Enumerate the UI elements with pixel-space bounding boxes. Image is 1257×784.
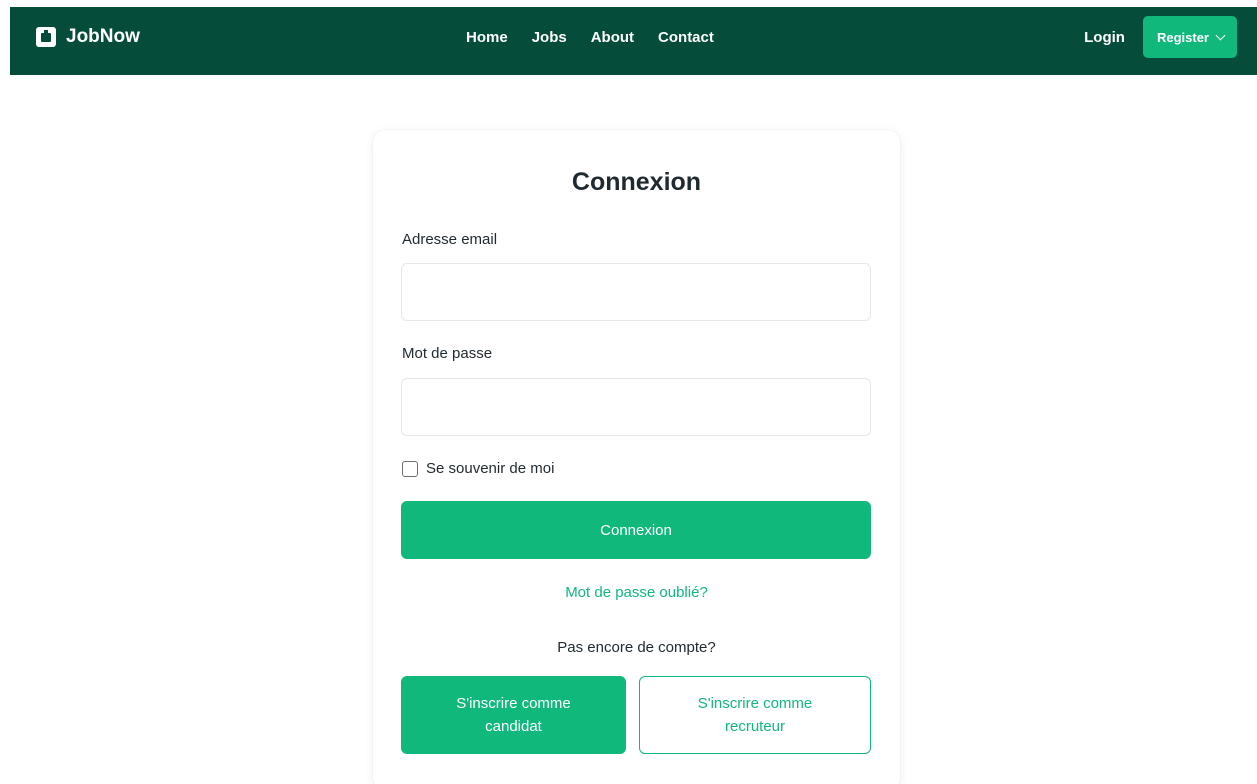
login-card: Connexion Adresse email Mot de passe Se … (373, 130, 900, 784)
remember-me: Se souvenir de moi (402, 460, 554, 477)
remember-me-checkbox[interactable] (402, 460, 418, 477)
register-candidate-label: S'inscrire comme candidat (456, 692, 571, 738)
password-field[interactable] (401, 378, 871, 436)
no-account-text: Pas encore de compte? (557, 639, 716, 656)
email-field[interactable] (401, 263, 871, 321)
nav-links: Home Jobs About Contact (466, 7, 714, 67)
brand-logo[interactable]: JobNow (36, 7, 140, 67)
nav-auth: Login Register (1084, 7, 1237, 67)
nav-link-jobs[interactable]: Jobs (532, 29, 567, 46)
password-label: Mot de passe (402, 345, 493, 362)
register-recruiter-line1: S'inscrire comme (697, 695, 813, 712)
brand-name: JobNow (66, 26, 140, 47)
email-label: Adresse email (402, 231, 498, 248)
remember-me-label[interactable]: Se souvenir de moi (426, 460, 554, 477)
page: JobNow Home Jobs About Contact Login Reg… (0, 0, 1257, 784)
register-recruiter-button[interactable]: S'inscrire comme recruteur (639, 676, 871, 754)
register-recruiter-label: S'inscrire comme recruteur (698, 692, 813, 738)
top-navbar: JobNow Home Jobs About Contact Login Reg… (10, 7, 1257, 75)
briefcase-icon (36, 27, 56, 47)
register-recruiter-line2: recruteur (724, 718, 786, 735)
nav-link-contact[interactable]: Contact (658, 29, 714, 46)
register-candidate-line2: candidat (485, 718, 542, 735)
login-submit-button[interactable]: Connexion (401, 501, 871, 559)
register-dropdown-button[interactable]: Register (1142, 16, 1237, 58)
nav-link-home[interactable]: Home (466, 29, 508, 46)
register-candidate-line1: S'inscrire comme (456, 695, 571, 712)
login-link[interactable]: Login (1084, 29, 1125, 46)
forgot-password-link[interactable]: Mot de passe oublié? (373, 584, 900, 601)
register-label: Register (1156, 29, 1209, 45)
nav-link-about[interactable]: About (591, 29, 634, 46)
login-title: Connexion (571, 168, 702, 196)
register-candidate-button[interactable]: S'inscrire comme candidat (401, 676, 626, 754)
chevron-down-icon (1215, 30, 1226, 40)
